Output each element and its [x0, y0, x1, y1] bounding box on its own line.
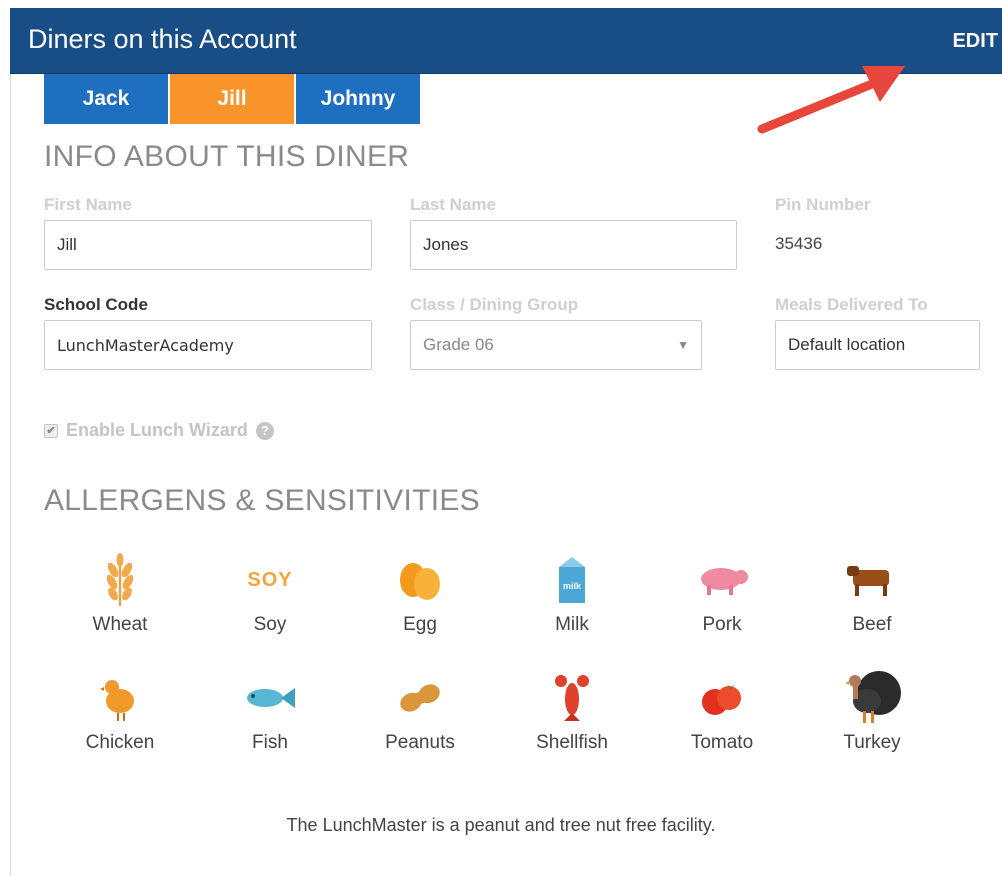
- first-name-label: First Name: [44, 195, 132, 214]
- chicken-icon: [90, 670, 150, 726]
- allergen-label: Chicken: [85, 732, 155, 753]
- pig-icon: [692, 552, 752, 608]
- class-group-label: Class / Dining Group: [410, 295, 579, 314]
- last-name-label: Last Name: [410, 195, 496, 214]
- help-icon[interactable]: ?: [255, 421, 274, 440]
- school-code-field[interactable]: LunchMasterAcademy: [44, 320, 372, 370]
- allergen-label: Turkey: [843, 732, 901, 753]
- allergen-milk[interactable]: milk Milk: [502, 552, 642, 636]
- egg-icon: [390, 552, 450, 608]
- cow-icon: [842, 552, 902, 608]
- allergen-soy[interactable]: SOY Soy: [200, 552, 340, 636]
- allergen-label: Milk: [555, 614, 589, 635]
- wheat-icon: [90, 552, 150, 608]
- allergen-turkey[interactable]: Turkey: [802, 664, 942, 754]
- svg-text:milk: milk: [563, 581, 582, 591]
- allergen-label: Pork: [702, 614, 742, 635]
- first-name-field[interactable]: Jill: [44, 220, 372, 270]
- lunch-wizard-label: Enable Lunch Wizard: [66, 420, 248, 440]
- allergen-label: Egg: [403, 614, 437, 635]
- allergen-label: Shellfish: [536, 732, 608, 753]
- checkbox-icon[interactable]: ✔: [44, 423, 58, 438]
- info-section-title: INFO ABOUT THIS DINER: [44, 140, 410, 173]
- class-group-value: Grade 06: [423, 335, 494, 354]
- facility-note: The LunchMaster is a peanut and tree nut…: [286, 815, 716, 835]
- class-group-select[interactable]: Grade 06 ▼: [410, 320, 702, 370]
- meals-delivered-label: Meals Delivered To: [775, 295, 928, 314]
- last-name-field[interactable]: Jones: [410, 220, 737, 270]
- lunch-wizard-toggle[interactable]: ✔ Enable Lunch Wizard ?: [44, 420, 274, 441]
- allergen-label: Wheat: [92, 614, 148, 635]
- allergen-label: Soy: [253, 614, 287, 635]
- allergen-chicken[interactable]: Chicken: [50, 670, 190, 754]
- soy-icon: SOY: [247, 568, 293, 591]
- chevron-down-icon: ▼: [677, 338, 689, 352]
- allergen-peanuts[interactable]: Peanuts: [350, 670, 490, 754]
- allergen-label: Fish: [252, 732, 288, 753]
- allergen-fish[interactable]: Fish: [200, 670, 340, 754]
- allergen-label: Beef: [852, 614, 892, 635]
- allergen-label: Tomato: [690, 732, 754, 753]
- pin-number-label: Pin Number: [775, 195, 871, 214]
- allergen-beef[interactable]: Beef: [802, 552, 942, 636]
- allergen-egg[interactable]: Egg: [350, 552, 490, 636]
- milk-icon: milk: [542, 552, 602, 608]
- tomato-icon: [692, 670, 752, 726]
- allergen-pork[interactable]: Pork: [652, 552, 792, 636]
- allergen-tomato[interactable]: Tomato: [652, 670, 792, 754]
- turkey-icon: [842, 664, 902, 726]
- meals-delivered-field[interactable]: Default location: [775, 320, 980, 370]
- allergens-section-title: ALLERGENS & SENSITIVITIES: [44, 484, 480, 517]
- allergen-shellfish[interactable]: Shellfish: [502, 670, 642, 754]
- allergen-wheat[interactable]: Wheat: [50, 552, 190, 636]
- allergen-label: Peanuts: [385, 732, 455, 753]
- pin-number-value: 35436: [775, 234, 823, 253]
- school-code-label: School Code: [44, 295, 148, 314]
- fish-icon: [240, 670, 300, 726]
- lobster-icon: [542, 670, 602, 726]
- peanut-icon: [390, 670, 450, 726]
